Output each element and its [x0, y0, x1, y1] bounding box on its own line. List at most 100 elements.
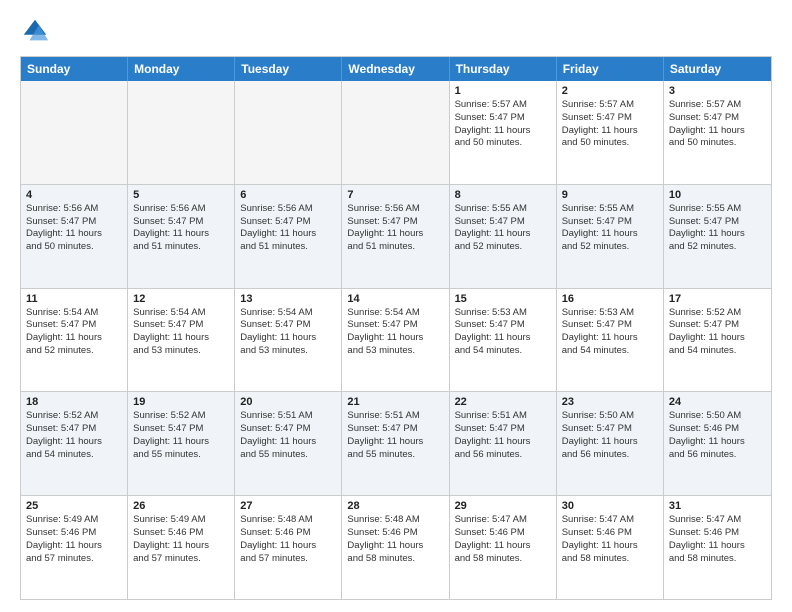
- page: SundayMondayTuesdayWednesdayThursdayFrid…: [0, 0, 792, 612]
- day-number: 28: [347, 500, 443, 512]
- calendar-cell: 17 Sunrise: 5:52 AM Sunset: 5:47 PM Dayli…: [664, 289, 771, 392]
- day-info: Sunrise: 5:50 AM Sunset: 5:46 PM Dayligh…: [669, 410, 766, 461]
- calendar-cell: 28 Sunrise: 5:48 AM Sunset: 5:46 PM Dayli…: [342, 496, 449, 599]
- day-info: Sunrise: 5:53 AM Sunset: 5:47 PM Dayligh…: [455, 307, 551, 358]
- day-number: 6: [240, 189, 336, 201]
- logo-icon: [20, 16, 50, 46]
- calendar-row-1: 1 Sunrise: 5:57 AM Sunset: 5:47 PM Daylig…: [21, 81, 771, 184]
- header: [20, 16, 772, 46]
- calendar-cell: [21, 81, 128, 184]
- day-info: Sunrise: 5:54 AM Sunset: 5:47 PM Dayligh…: [26, 307, 122, 358]
- day-info: Sunrise: 5:49 AM Sunset: 5:46 PM Dayligh…: [26, 514, 122, 565]
- day-info: Sunrise: 5:48 AM Sunset: 5:46 PM Dayligh…: [347, 514, 443, 565]
- calendar-cell: 24Sunrise: 5:50 AM Sunset: 5:46 PM Dayli…: [664, 392, 771, 495]
- calendar-cell: 21 Sunrise: 5:51 AM Sunset: 5:47 PM Dayli…: [342, 392, 449, 495]
- day-number: 19: [133, 396, 229, 408]
- calendar-cell: 30 Sunrise: 5:47 AM Sunset: 5:46 PM Dayli…: [557, 496, 664, 599]
- day-info: Sunrise: 5:52 AM Sunset: 5:47 PM Dayligh…: [133, 410, 229, 461]
- calendar-cell: 7Sunrise: 5:56 AM Sunset: 5:47 PM Daylig…: [342, 185, 449, 288]
- day-number: 11: [26, 293, 122, 305]
- header-day-thursday: Thursday: [450, 57, 557, 81]
- day-number: 29: [455, 500, 551, 512]
- calendar-cell: 31 Sunrise: 5:47 AM Sunset: 5:46 PM Dayli…: [664, 496, 771, 599]
- calendar-cell: 10 Sunrise: 5:55 AM Sunset: 5:47 PM Dayli…: [664, 185, 771, 288]
- day-number: 23: [562, 396, 658, 408]
- day-info: Sunrise: 5:55 AM Sunset: 5:47 PM Dayligh…: [562, 203, 658, 254]
- header-day-wednesday: Wednesday: [342, 57, 449, 81]
- day-number: 1: [455, 85, 551, 97]
- day-number: 18: [26, 396, 122, 408]
- day-info: Sunrise: 5:49 AM Sunset: 5:46 PM Dayligh…: [133, 514, 229, 565]
- calendar-cell: 26 Sunrise: 5:49 AM Sunset: 5:46 PM Dayli…: [128, 496, 235, 599]
- calendar-cell: 5 Sunrise: 5:56 AM Sunset: 5:47 PM Daylig…: [128, 185, 235, 288]
- day-number: 13: [240, 293, 336, 305]
- calendar-cell: 1 Sunrise: 5:57 AM Sunset: 5:47 PM Daylig…: [450, 81, 557, 184]
- calendar-row-3: 11 Sunrise: 5:54 AM Sunset: 5:47 PM Dayli…: [21, 288, 771, 392]
- day-number: 26: [133, 500, 229, 512]
- header-day-tuesday: Tuesday: [235, 57, 342, 81]
- day-number: 10: [669, 189, 766, 201]
- day-info: Sunrise: 5:57 AM Sunset: 5:47 PM Dayligh…: [455, 99, 551, 150]
- day-info: Sunrise: 5:54 AM Sunset: 5:47 PM Dayligh…: [347, 307, 443, 358]
- calendar-row-2: 4 Sunrise: 5:56 AM Sunset: 5:47 PM Daylig…: [21, 184, 771, 288]
- day-info: Sunrise: 5:51 AM Sunset: 5:47 PM Dayligh…: [347, 410, 443, 461]
- calendar-cell: 6 Sunrise: 5:56 AM Sunset: 5:47 PM Daylig…: [235, 185, 342, 288]
- day-info: Sunrise: 5:55 AM Sunset: 5:47 PM Dayligh…: [669, 203, 766, 254]
- calendar-cell: 27Sunrise: 5:48 AM Sunset: 5:46 PM Dayli…: [235, 496, 342, 599]
- day-info: Sunrise: 5:56 AM Sunset: 5:47 PM Dayligh…: [26, 203, 122, 254]
- day-number: 2: [562, 85, 658, 97]
- day-number: 3: [669, 85, 766, 97]
- day-number: 22: [455, 396, 551, 408]
- calendar: SundayMondayTuesdayWednesdayThursdayFrid…: [20, 56, 772, 600]
- day-number: 17: [669, 293, 766, 305]
- day-info: Sunrise: 5:55 AM Sunset: 5:47 PM Dayligh…: [455, 203, 551, 254]
- day-number: 25: [26, 500, 122, 512]
- day-number: 8: [455, 189, 551, 201]
- day-number: 21: [347, 396, 443, 408]
- calendar-cell: 3 Sunrise: 5:57 AM Sunset: 5:47 PM Daylig…: [664, 81, 771, 184]
- calendar-cell: [128, 81, 235, 184]
- calendar-cell: 14Sunrise: 5:54 AM Sunset: 5:47 PM Dayli…: [342, 289, 449, 392]
- day-info: Sunrise: 5:51 AM Sunset: 5:47 PM Dayligh…: [455, 410, 551, 461]
- day-number: 30: [562, 500, 658, 512]
- calendar-cell: 25 Sunrise: 5:49 AM Sunset: 5:46 PM Dayli…: [21, 496, 128, 599]
- day-number: 12: [133, 293, 229, 305]
- day-number: 5: [133, 189, 229, 201]
- day-info: Sunrise: 5:51 AM Sunset: 5:47 PM Dayligh…: [240, 410, 336, 461]
- day-info: Sunrise: 5:50 AM Sunset: 5:47 PM Dayligh…: [562, 410, 658, 461]
- calendar-cell: 19 Sunrise: 5:52 AM Sunset: 5:47 PM Dayli…: [128, 392, 235, 495]
- header-day-saturday: Saturday: [664, 57, 771, 81]
- day-info: Sunrise: 5:47 AM Sunset: 5:46 PM Dayligh…: [562, 514, 658, 565]
- calendar-cell: 8 Sunrise: 5:55 AM Sunset: 5:47 PM Daylig…: [450, 185, 557, 288]
- day-number: 16: [562, 293, 658, 305]
- calendar-row-5: 25 Sunrise: 5:49 AM Sunset: 5:46 PM Dayli…: [21, 495, 771, 599]
- header-day-sunday: Sunday: [21, 57, 128, 81]
- calendar-cell: 18 Sunrise: 5:52 AM Sunset: 5:47 PM Dayli…: [21, 392, 128, 495]
- day-info: Sunrise: 5:52 AM Sunset: 5:47 PM Dayligh…: [669, 307, 766, 358]
- day-number: 9: [562, 189, 658, 201]
- day-info: Sunrise: 5:52 AM Sunset: 5:47 PM Dayligh…: [26, 410, 122, 461]
- calendar-cell: 4 Sunrise: 5:56 AM Sunset: 5:47 PM Daylig…: [21, 185, 128, 288]
- calendar-row-4: 18 Sunrise: 5:52 AM Sunset: 5:47 PM Dayli…: [21, 391, 771, 495]
- day-info: Sunrise: 5:57 AM Sunset: 5:47 PM Dayligh…: [562, 99, 658, 150]
- day-info: Sunrise: 5:57 AM Sunset: 5:47 PM Dayligh…: [669, 99, 766, 150]
- calendar-cell: 29 Sunrise: 5:47 AM Sunset: 5:46 PM Dayli…: [450, 496, 557, 599]
- calendar-header: SundayMondayTuesdayWednesdayThursdayFrid…: [21, 57, 771, 81]
- day-info: Sunrise: 5:47 AM Sunset: 5:46 PM Dayligh…: [669, 514, 766, 565]
- day-info: Sunrise: 5:56 AM Sunset: 5:47 PM Dayligh…: [133, 203, 229, 254]
- day-info: Sunrise: 5:48 AM Sunset: 5:46 PM Dayligh…: [240, 514, 336, 565]
- calendar-cell: 15Sunrise: 5:53 AM Sunset: 5:47 PM Dayli…: [450, 289, 557, 392]
- calendar-cell: 12Sunrise: 5:54 AM Sunset: 5:47 PM Dayli…: [128, 289, 235, 392]
- logo: [20, 16, 54, 46]
- day-number: 20: [240, 396, 336, 408]
- calendar-cell: 22 Sunrise: 5:51 AM Sunset: 5:47 PM Dayli…: [450, 392, 557, 495]
- calendar-cell: [342, 81, 449, 184]
- calendar-cell: 20 Sunrise: 5:51 AM Sunset: 5:47 PM Dayli…: [235, 392, 342, 495]
- header-day-friday: Friday: [557, 57, 664, 81]
- day-number: 4: [26, 189, 122, 201]
- day-info: Sunrise: 5:56 AM Sunset: 5:47 PM Dayligh…: [240, 203, 336, 254]
- calendar-cell: 13Sunrise: 5:54 AM Sunset: 5:47 PM Dayli…: [235, 289, 342, 392]
- calendar-cell: 23 Sunrise: 5:50 AM Sunset: 5:47 PM Dayli…: [557, 392, 664, 495]
- day-info: Sunrise: 5:47 AM Sunset: 5:46 PM Dayligh…: [455, 514, 551, 565]
- day-number: 31: [669, 500, 766, 512]
